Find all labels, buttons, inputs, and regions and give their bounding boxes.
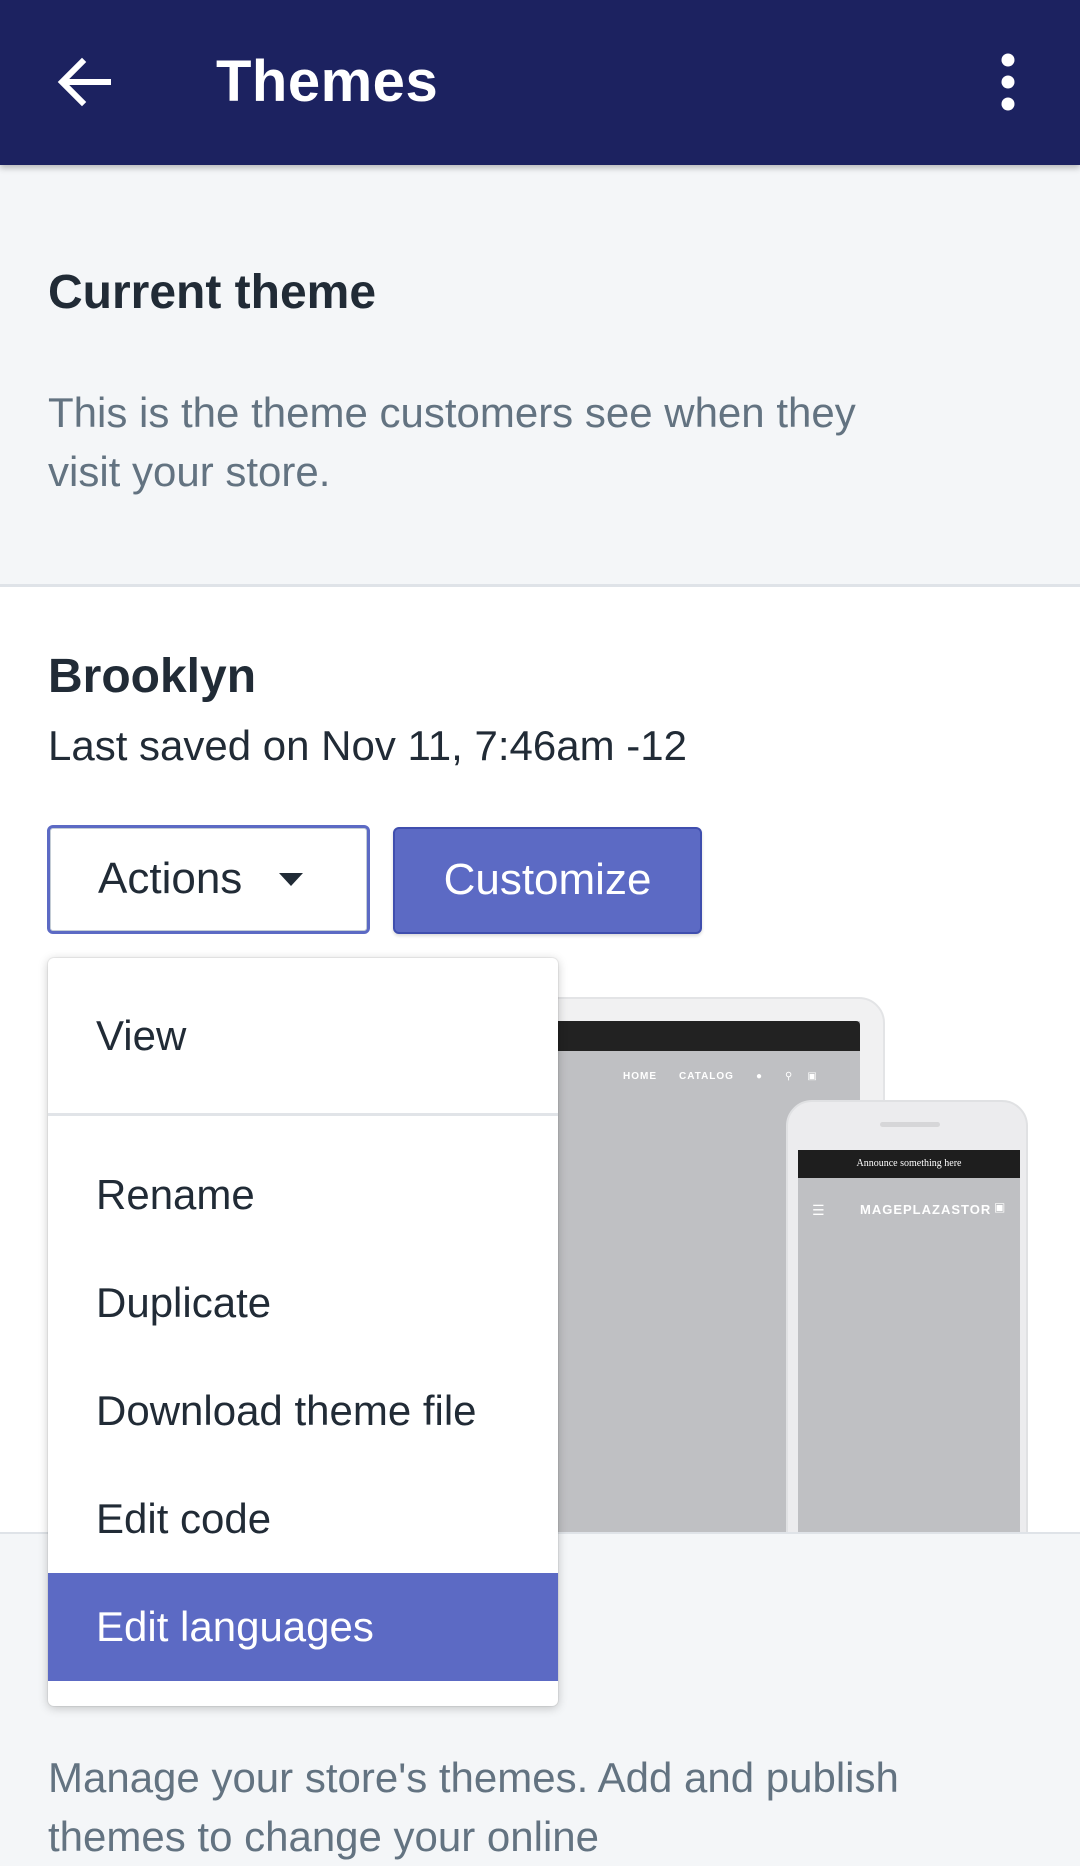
menu-item-rename[interactable]: Rename (48, 1141, 558, 1249)
menu-item-view[interactable]: View (48, 982, 558, 1090)
actions-button[interactable]: Actions (47, 825, 370, 934)
customize-button[interactable]: Customize (393, 827, 702, 934)
caret-down-icon (279, 873, 303, 886)
section-description: This is the theme customers see when the… (48, 389, 856, 495)
phone-screen: Announce something here ☰ MAGEPLAZASTOR … (798, 1150, 1020, 1532)
menu-item-label: Rename (96, 1171, 255, 1218)
app-bar: Themes (0, 0, 1080, 165)
arrow-left-icon[interactable] (52, 50, 116, 114)
theme-preview-image: HOME CATALOG ● ⚲ ▣ Announce something here ☰… (470, 997, 1080, 1532)
manage-themes-description: Manage your store's themes. Add and publ… (48, 1754, 899, 1860)
menu-item-download-theme-file[interactable]: Download theme file (48, 1357, 558, 1465)
actions-dropdown-menu: View Rename Duplicate Download theme fil… (48, 958, 558, 1706)
tablet-nav-links: HOME CATALOG ● ⚲ ▣ (623, 1071, 840, 1082)
phone-mockup: Announce something here ☰ MAGEPLAZASTOR … (786, 1100, 1028, 1532)
actions-button-label: Actions (98, 854, 243, 903)
phone-announcement-bar: Announce something here (798, 1150, 1020, 1178)
phone-store-brand: MAGEPLAZASTOR (860, 1202, 992, 1217)
menu-divider (48, 1113, 558, 1116)
menu-item-label: Duplicate (96, 1279, 272, 1326)
cart-icon: ▣ (994, 1200, 1006, 1214)
menu-item-label: Edit languages (96, 1603, 374, 1650)
theme-name: Brooklyn (48, 650, 257, 703)
tablet-link-catalog: CATALOG (679, 1071, 734, 1082)
menu-item-label: View (96, 1012, 187, 1059)
section-heading: Current theme (48, 266, 377, 319)
user-icon: ● (755, 1071, 764, 1082)
customize-button-label: Customize (443, 855, 652, 904)
menu-item-edit-code[interactable]: Edit code (48, 1465, 558, 1573)
cart-icon: ▣ (807, 1071, 818, 1082)
menu-item-duplicate[interactable]: Duplicate (48, 1249, 558, 1357)
menu-item-edit-languages[interactable]: Edit languages (48, 1573, 558, 1681)
current-theme-intro: Current theme This is the theme customer… (0, 165, 1080, 585)
hamburger-icon: ☰ (812, 1202, 825, 1218)
page-title: Themes (216, 49, 439, 114)
menu-item-label: Edit code (96, 1495, 272, 1542)
menu-item-label: Download theme file (96, 1387, 477, 1434)
more-vertical-icon[interactable] (990, 52, 1026, 112)
tablet-link-home: HOME (623, 1071, 657, 1082)
last-saved-text: Last saved on Nov 11, 7:46am -12 (48, 722, 687, 769)
search-icon: ⚲ (785, 1071, 794, 1082)
phone-speaker (880, 1122, 940, 1127)
